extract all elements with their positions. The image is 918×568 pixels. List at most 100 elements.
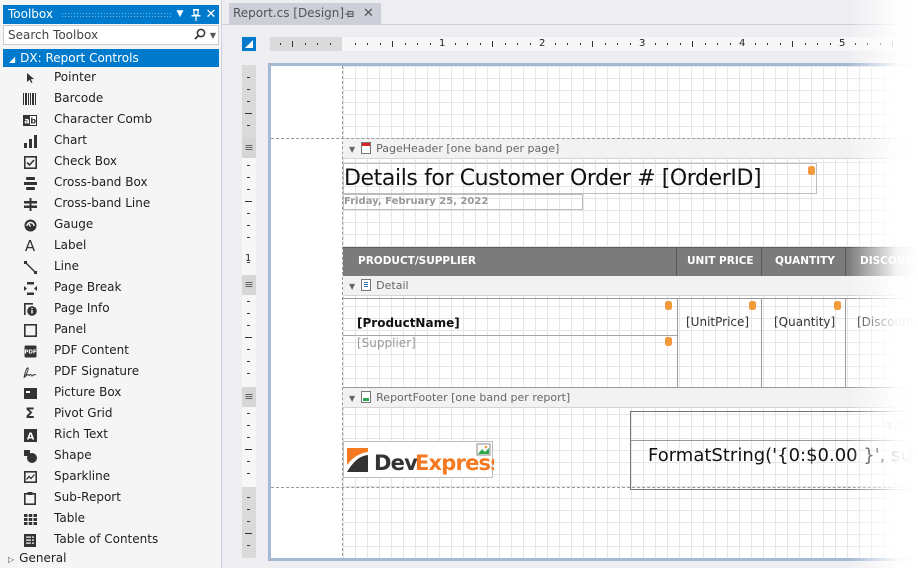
header-cell-discount[interactable]: DISCOUNT xyxy=(846,248,918,276)
item-label: Sub-Report xyxy=(54,490,121,504)
toolbox-item-pointer[interactable]: Pointer xyxy=(0,67,220,88)
table-header-row[interactable]: PRODUCT/SUPPLIER UNIT PRICE QUANTITY DIS… xyxy=(343,247,918,276)
toolbox-item-picture-box[interactable]: Picture Box xyxy=(0,382,220,403)
cell-discount[interactable]: [Discount] xyxy=(846,299,918,388)
toolbox-item-table[interactable]: Table xyxy=(0,508,220,529)
ruler-tick xyxy=(817,43,818,45)
ruler-tick xyxy=(392,41,393,47)
toolbox-item-pivot-grid[interactable]: Σ Pivot Grid xyxy=(0,403,220,424)
ruler-corner-button[interactable] xyxy=(242,37,256,51)
toolbox-item-page-info[interactable]: Page Info xyxy=(0,298,220,319)
ruler-tick xyxy=(247,325,250,326)
ruler-tick xyxy=(517,43,518,45)
toolbox-item-shape[interactable]: Shape xyxy=(0,445,220,466)
toolbox-item-table-of-contents[interactable]: Table of Contents xyxy=(0,529,220,550)
barcode-icon xyxy=(23,92,37,106)
band-label: ReportFooter [one band per report] xyxy=(376,391,571,404)
sparkline-icon xyxy=(23,470,37,484)
ruler-tick xyxy=(454,43,456,45)
toolbox-item-sub-report[interactable]: Sub-Report xyxy=(0,487,220,508)
toolbox-item-panel[interactable]: Panel xyxy=(0,319,220,340)
title-grip xyxy=(61,12,171,17)
pin-icon[interactable] xyxy=(189,5,203,24)
chart-icon xyxy=(23,134,37,148)
detail-band-icon xyxy=(361,279,372,291)
band-header-report-footer[interactable]: ▼ ReportFooter [one band per report] xyxy=(343,388,918,408)
header-text: UNIT PRICE xyxy=(687,255,754,267)
toolbox-item-character-comb[interactable]: ab Character Comb xyxy=(0,109,220,130)
band-header-page-header[interactable]: ▼ PageHeader [one band per page] xyxy=(343,139,918,159)
product-name-field: [ProductName] xyxy=(357,316,460,330)
tab-report-design[interactable]: Report.cs [Design] ✕ xyxy=(229,3,381,24)
toolbox-item-line[interactable]: Line xyxy=(0,256,220,277)
totals-table[interactable]: TOTAL FormatString('{0:$0.00 }', sum xyxy=(630,411,918,490)
toolbox-item-pdf-signature[interactable]: PDF Signature xyxy=(0,361,220,382)
check-box-icon xyxy=(23,155,37,169)
toolbox-item-chart[interactable]: Chart xyxy=(0,130,220,151)
report-footer-resize-handle[interactable]: ≡ xyxy=(242,387,256,407)
page-info-icon xyxy=(23,302,37,316)
data-binding-icon xyxy=(749,301,756,310)
cell-product-supplier[interactable]: [ProductName] [Supplier] xyxy=(343,299,678,388)
ruler-tick xyxy=(247,101,250,102)
ruler-number: 3 xyxy=(639,38,646,49)
header-cell-product-supplier[interactable]: PRODUCT/SUPPLIER xyxy=(343,248,677,276)
ruler-tick xyxy=(247,213,250,214)
item-label: Table xyxy=(54,511,86,525)
header-cell-quantity[interactable]: QUANTITY xyxy=(762,248,846,276)
logo-picture-box[interactable]: Dev Express xyxy=(343,441,503,478)
band-collapse-icon[interactable]: ▼ xyxy=(349,145,355,154)
ruler-left-margin[interactable] xyxy=(270,37,342,51)
data-binding-icon xyxy=(665,301,672,310)
search-icon[interactable] xyxy=(194,27,206,45)
item-label: Panel xyxy=(54,322,87,336)
toolbox-item-rich-text[interactable]: A Rich Text xyxy=(0,424,220,445)
sub-report-icon xyxy=(23,491,37,505)
ruler-tick xyxy=(247,413,250,414)
date-text: Friday, February 25, 2022 xyxy=(344,196,489,207)
group-dx-report-controls[interactable]: ◢ DX: Report Controls xyxy=(3,49,219,67)
ruler-tick xyxy=(479,43,481,45)
ruler-tick xyxy=(904,43,906,45)
toolbox-item-barcode[interactable]: Barcode xyxy=(0,88,220,109)
group-general[interactable]: ▷ General xyxy=(8,551,66,565)
toolbox-item-pdf-content[interactable]: PDF PDF Content xyxy=(0,340,220,361)
page-header-band-icon xyxy=(361,142,372,154)
search-input[interactable] xyxy=(8,28,188,42)
header-cell-unit-price[interactable]: UNIT PRICE xyxy=(677,248,762,276)
search-options-icon[interactable]: ▼ xyxy=(210,27,216,45)
dropdown-icon[interactable]: ▼ xyxy=(173,5,187,24)
cell-quantity[interactable]: [Quantity] xyxy=(762,299,846,388)
ruler-tick xyxy=(247,425,250,426)
logo-dev-text: Dev xyxy=(374,451,418,475)
shape-icon xyxy=(23,449,37,463)
close-tab-icon[interactable]: ✕ xyxy=(363,3,374,24)
cell-unit-price[interactable]: [UnitPrice] xyxy=(678,299,762,388)
ruler-tick xyxy=(467,43,468,45)
band-label: PageHeader [one band per page] xyxy=(376,142,560,155)
band-collapse-icon[interactable]: ▼ xyxy=(349,394,355,403)
toolbox-item-label[interactable]: A Label xyxy=(0,235,220,256)
band-header-detail[interactable]: ▼ Detail xyxy=(343,276,918,296)
report-title-label[interactable]: Details for Customer Order # [OrderID] xyxy=(343,163,817,194)
detail-resize-handle[interactable]: ≡ xyxy=(242,275,256,295)
toolbox-item-cross-band-box[interactable]: Cross-band Box xyxy=(0,172,220,193)
toolbox-item-cross-band-line[interactable]: Cross-band Line xyxy=(0,193,220,214)
toolbox-item-page-break[interactable]: Page Break xyxy=(0,277,220,298)
ruler-number: 1 xyxy=(439,38,446,49)
page-header-resize-handle[interactable]: ≡ xyxy=(242,138,256,158)
toolbox-item-gauge[interactable]: Gauge xyxy=(0,214,220,235)
toolbox-search[interactable]: ▼ xyxy=(3,25,219,45)
horizontal-ruler: 1 2 3 4 5 xyxy=(270,37,918,51)
toolbox-title-bar[interactable]: Toolbox ▼ ✕ xyxy=(3,5,219,24)
close-icon[interactable]: ✕ xyxy=(204,5,218,24)
ruler-tick xyxy=(604,43,606,45)
toolbox-item-check-box[interactable]: Check Box xyxy=(0,151,220,172)
date-page-info[interactable]: Friday, February 25, 2022 xyxy=(343,194,583,210)
item-label: Sparkline xyxy=(54,469,111,483)
ruler-tick xyxy=(592,41,593,47)
toolbox-item-sparkline[interactable]: Sparkline xyxy=(0,466,220,487)
band-collapse-icon[interactable]: ▼ xyxy=(349,282,355,291)
ruler-tick xyxy=(654,43,656,45)
character-comb-icon: ab xyxy=(23,113,37,127)
